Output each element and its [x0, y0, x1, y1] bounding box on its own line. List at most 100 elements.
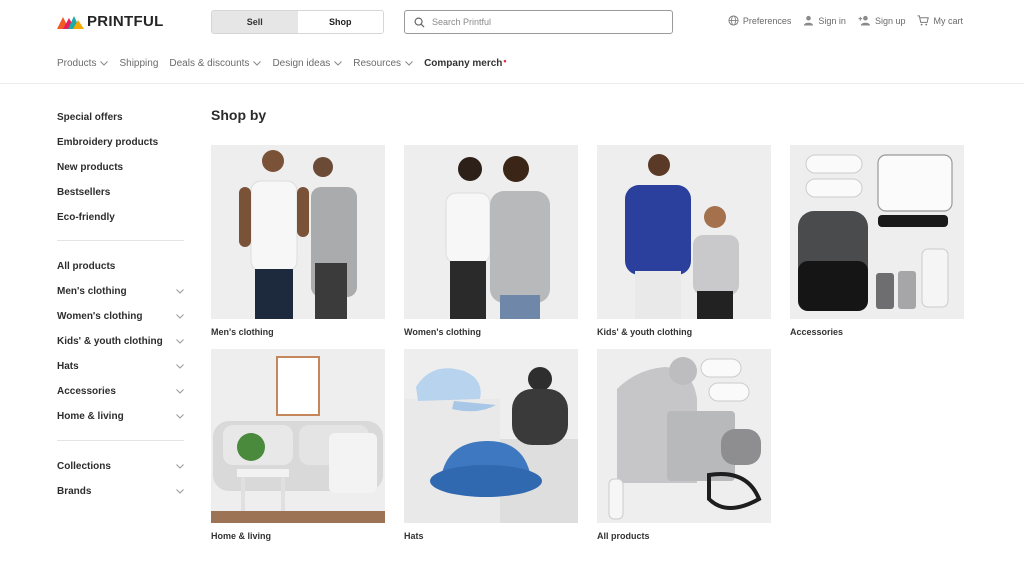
sidebar-item-label: Men's clothing [57, 286, 127, 298]
cart-link[interactable]: My cart [917, 15, 963, 26]
preferences-link[interactable]: Preferences [728, 15, 791, 26]
category-label: Hats [404, 531, 424, 541]
category-image [790, 145, 964, 319]
sidebar-item-label: Home & living [57, 410, 124, 422]
sign-up-link[interactable]: Sign up [858, 15, 906, 26]
sidebar-item-label: Hats [57, 360, 79, 372]
chevron-down-icon[interactable] [176, 488, 184, 494]
cart-icon [917, 15, 930, 26]
nav-shipping-label: Shipping [119, 58, 159, 69]
sidebar-item-collections[interactable]: Collections [57, 454, 184, 479]
category-card-kids-youth-clothing[interactable]: Kids' & youth clothing [597, 145, 771, 338]
accessories-illustration [798, 154, 953, 311]
nav-resources[interactable]: Resources [353, 58, 413, 69]
sidebar-divider [57, 439, 184, 441]
main-nav: Products Shipping Deals & discounts Desi… [57, 55, 507, 70]
printful-logo[interactable]: PRINTFUL [57, 13, 164, 30]
sidebar-item-label: Eco-friendly [57, 211, 115, 223]
sign-in-link[interactable]: Sign in [803, 15, 846, 26]
category-card-womens-clothing[interactable]: Women's clothing [404, 145, 578, 338]
search-input[interactable] [432, 17, 652, 27]
shop-tab[interactable]: Shop [297, 11, 383, 33]
sidebar-item-accessories[interactable]: Accessories [57, 379, 184, 404]
chevron-down-icon [100, 61, 109, 66]
nav-company-merch[interactable]: Company merch • [424, 55, 507, 70]
sidebar-item-eco-friendly[interactable]: Eco-friendly [57, 205, 184, 230]
sidebar-item-label: Embroidery products [57, 136, 159, 148]
sidebar-item-label: Bestsellers [57, 186, 111, 198]
sidebar-item-label: Collections [57, 460, 111, 472]
all-products-illustration [608, 357, 762, 520]
chevron-down-icon [253, 61, 262, 66]
sidebar-divider [57, 240, 184, 242]
nav-design-ideas[interactable]: Design ideas [272, 58, 343, 69]
nav-products-label: Products [57, 58, 97, 69]
mens-clothing-illustration [239, 150, 357, 319]
category-image [404, 145, 578, 319]
womens-clothing-illustration [445, 156, 550, 319]
utility-links: Preferences Sign in Sign up My cart [728, 15, 963, 26]
category-label: Home & living [211, 531, 272, 541]
chevron-down-icon [405, 61, 413, 66]
search-icon [414, 17, 425, 28]
kids-youth-clothing-illustration [625, 154, 739, 319]
nav-shipping[interactable]: Shipping [119, 58, 158, 69]
sign-up-label: Sign up [874, 15, 906, 26]
sidebar-item-label: Special offers [57, 111, 123, 123]
sign-in-label: Sign in [818, 15, 846, 26]
logo-wordmark: PRINTFUL [87, 13, 164, 30]
nav-resources-label: Resources [353, 58, 402, 69]
sidebar-item-kids-youth-clothing[interactable]: Kids' & youth clothing [57, 329, 184, 354]
chevron-down-icon[interactable] [176, 339, 184, 344]
nav-company-merch-label: Company merch [424, 58, 503, 69]
sidebar-item-home-living[interactable]: Home & living [57, 404, 184, 429]
category-image [597, 145, 771, 319]
page-title: Shop by [211, 107, 267, 123]
sidebar-item-bestsellers[interactable]: Bestsellers [57, 180, 184, 205]
sidebar-item-special-offers[interactable]: Special offers [57, 105, 184, 130]
chevron-down-icon[interactable] [176, 364, 184, 369]
chevron-down-icon[interactable] [176, 463, 184, 469]
sidebar-item-label: Women's clothing [57, 311, 143, 323]
chevron-down-icon[interactable] [176, 413, 184, 419]
sidebar-item-label: All products [57, 261, 116, 273]
sidebar-item-brands[interactable]: Brands [57, 479, 184, 504]
new-indicator-dot: • [503, 55, 507, 66]
sidebar-item-label: Brands [57, 485, 92, 497]
sidebar-item-womens-clothing[interactable]: Women's clothing [57, 304, 184, 329]
sell-tab[interactable]: Sell [212, 11, 298, 33]
sidebar-item-mens-clothing[interactable]: Men's clothing [57, 279, 184, 304]
category-image [211, 145, 385, 319]
home-living-illustration [211, 356, 385, 523]
chevron-down-icon [334, 61, 343, 66]
sidebar-item-label: Accessories [57, 385, 116, 397]
category-card-mens-clothing[interactable]: Men's clothing [211, 145, 385, 338]
user-icon [804, 15, 814, 26]
chevron-down-icon[interactable] [176, 388, 184, 394]
category-card-home-living[interactable]: Home & living [211, 349, 385, 542]
sidebar-item-new-products[interactable]: New products [57, 155, 184, 180]
sidebar-item-embroidery[interactable]: Embroidery products [57, 130, 184, 155]
category-label: Women's clothing [404, 327, 481, 337]
hats-illustration [404, 367, 578, 523]
printful-logo-mark [57, 15, 84, 29]
category-sidebar: Special offers Embroidery products New p… [57, 105, 184, 503]
nav-deals[interactable]: Deals & discounts [169, 58, 262, 69]
nav-design-ideas-label: Design ideas [272, 58, 331, 69]
chevron-down-icon[interactable] [176, 289, 184, 294]
chevron-down-icon[interactable] [176, 314, 184, 319]
sidebar-item-label: Kids' & youth clothing [57, 336, 163, 348]
header-divider [0, 83, 1024, 84]
category-label: All products [597, 531, 650, 541]
category-grid: Men's clothing Women's clothing Kids' & … [211, 145, 964, 542]
search-box[interactable] [404, 10, 673, 34]
category-card-accessories[interactable]: Accessories [790, 145, 964, 338]
category-card-all-products[interactable]: All products [597, 349, 771, 542]
user-plus-icon [858, 15, 870, 26]
sidebar-item-hats[interactable]: Hats [57, 354, 184, 379]
nav-products[interactable]: Products [57, 58, 109, 69]
category-label: Men's clothing [211, 327, 274, 337]
sidebar-item-all-products[interactable]: All products [57, 254, 184, 279]
sell-shop-toggle[interactable]: Sell Shop [211, 10, 384, 34]
category-card-hats[interactable]: Hats [404, 349, 578, 542]
